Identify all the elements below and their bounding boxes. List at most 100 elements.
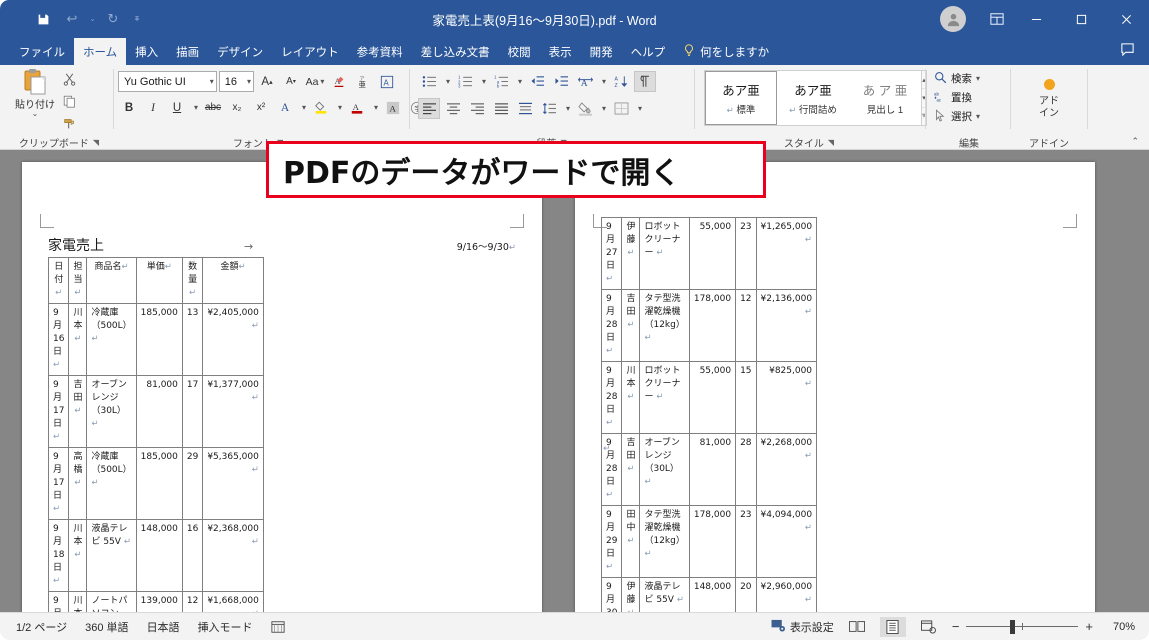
close-button[interactable]	[1104, 0, 1149, 38]
status-language[interactable]: 日本語	[147, 619, 180, 635]
font-size-input[interactable]: 16 ▾	[218, 71, 254, 92]
status-page[interactable]: 1/2 ページ	[16, 619, 67, 635]
clipboard-dialog-launcher[interactable]: ◥	[93, 138, 99, 147]
status-insert-mode[interactable]: 挿入モード	[198, 619, 253, 635]
zoom-level-label[interactable]: 70%	[1103, 621, 1135, 633]
bullets-dropdown-icon[interactable]: ▾	[442, 71, 452, 92]
sales-table-page1[interactable]: 日付↵ 担当↵ 商品名↵ 単価↵ 数量↵ 金額↵ 9 月 16 日↵ 川本 ↵ 冷蔵庫…	[47, 257, 264, 612]
tab-insert[interactable]: 挿入	[126, 38, 167, 65]
distribute-icon[interactable]	[514, 98, 536, 119]
style-item-normal[interactable]: あア亜 ↵ 標準	[705, 71, 777, 125]
style-item-no-spacing[interactable]: あア亜 ↵ 行間詰め	[777, 71, 849, 125]
paste-dropdown-icon[interactable]: ⌄	[32, 110, 39, 118]
text-effects-dropdown-icon[interactable]: ▾	[298, 97, 308, 118]
align-right-icon[interactable]	[466, 98, 488, 119]
find-button[interactable]: 検索 ▾	[930, 69, 1008, 88]
increase-indent-icon[interactable]	[550, 71, 572, 92]
table-row[interactable]: 9 月 17 日↵ 吉田 ↵ オーブンレンジ（30L） ↵ 81,000 17 ¥1,377…	[47, 375, 264, 448]
clear-formatting-icon[interactable]: A	[328, 71, 350, 92]
shading-dropdown-icon[interactable]: ▾	[598, 98, 608, 119]
styles-gallery[interactable]: あア亜 ↵ 標準 あア亜 ↵ 行間詰め あ ア 亜 見出し 1	[704, 70, 922, 126]
table-row[interactable]: 9 月 28 日↵ 川本 ↵ ロボットクリーナー ↵ 55,000 15 ¥825,000 …	[600, 361, 818, 434]
style-item-heading1[interactable]: あ ア 亜 見出し 1	[849, 71, 921, 125]
multilevel-list-icon[interactable]: 1ab	[490, 71, 512, 92]
font-color-icon[interactable]: A	[346, 97, 368, 118]
tab-help[interactable]: ヘルプ	[622, 38, 675, 65]
view-read-mode-icon[interactable]	[844, 617, 870, 637]
show-formatting-marks-icon[interactable]	[634, 71, 657, 92]
line-spacing-dropdown-icon[interactable]: ▾	[562, 98, 572, 119]
tab-design[interactable]: デザイン	[208, 38, 272, 65]
phonetic-guide-icon[interactable]: ア亜	[352, 71, 374, 92]
tab-developer[interactable]: 開発	[581, 38, 622, 65]
zoom-slider-thumb[interactable]	[1010, 619, 1016, 634]
zoom-out-button[interactable]: −	[952, 619, 960, 634]
proofing-status-icon[interactable]	[271, 620, 285, 634]
numbering-dropdown-icon[interactable]: ▾	[478, 71, 488, 92]
table-row[interactable]: 9 月 28 日↵ 吉田 ↵ タテ型洗濯乾燥機（12kg） ↵ 178,000 12 ¥2,…	[600, 289, 818, 362]
multilevel-dropdown-icon[interactable]: ▾	[514, 71, 524, 92]
borders-icon[interactable]	[610, 98, 632, 119]
character-shading-icon[interactable]: A	[382, 97, 404, 118]
text-effects-icon[interactable]: A	[274, 97, 296, 118]
copy-icon[interactable]	[58, 91, 80, 111]
comments-icon[interactable]	[1120, 42, 1135, 62]
ribbon-display-options-icon[interactable]	[980, 0, 1014, 38]
maximize-button[interactable]	[1059, 0, 1104, 38]
line-spacing-icon[interactable]	[538, 98, 560, 119]
sales-table-page2[interactable]: 9 月 27 日↵ 伊藤 ↵ ロボットクリーナー ↵ 55,000 23 ¥1,265,00…	[600, 217, 818, 612]
strikethrough-button[interactable]: abc	[202, 97, 224, 118]
font-size-dropdown-icon[interactable]: ▾	[242, 77, 251, 86]
table-row[interactable]: 9 月 30日↵伊藤 ↵液晶テレビ 55V ↵148,00020¥2,960,0…	[600, 577, 818, 612]
tab-draw[interactable]: 描画	[167, 38, 208, 65]
grow-font-icon[interactable]: A ▴	[256, 71, 278, 92]
tab-home[interactable]: ホーム	[74, 38, 127, 65]
bold-button[interactable]: B	[118, 97, 140, 118]
justify-icon[interactable]	[490, 98, 512, 119]
cut-icon[interactable]	[58, 69, 80, 89]
zoom-control[interactable]: − +	[952, 619, 1093, 634]
decrease-indent-icon[interactable]	[526, 71, 548, 92]
paste-button[interactable]: 貼り付け ⌄	[12, 65, 58, 133]
text-direction-dropdown-icon[interactable]: ▾	[598, 71, 608, 92]
ribbon-tab-bar[interactable]: ファイル ホーム 挿入 描画 デザイン レイアウト 参考資料 差し込み文書 校閲…	[0, 38, 1149, 65]
italic-button[interactable]: I	[142, 97, 164, 118]
tab-layout[interactable]: レイアウト	[272, 38, 348, 65]
tab-mailings[interactable]: 差し込み文書	[412, 38, 499, 65]
text-direction-icon[interactable]: A	[574, 71, 596, 92]
display-settings-button[interactable]: 表示設定	[771, 619, 834, 635]
enclose-characters-icon[interactable]: A	[376, 71, 398, 92]
underline-button[interactable]: U	[166, 97, 188, 118]
sort-icon[interactable]: AZ	[610, 71, 632, 92]
numbering-icon[interactable]: 123	[454, 71, 476, 92]
shading-icon[interactable]	[574, 98, 596, 119]
table-row[interactable]: 9 月 27 日↵ 伊藤 ↵ ロボットクリーナー ↵ 55,000 23 ¥1,265,00…	[600, 217, 818, 290]
table-row[interactable]: 9 月 17 日↵ 高橋 ↵ 冷蔵庫（500L） ↵ 185,000 29 ¥5,365,0…	[47, 447, 264, 520]
font-name-input[interactable]: Yu Gothic UI ▾	[118, 71, 217, 92]
table-row[interactable]: 9 月 16 日↵ 川本 ↵ 冷蔵庫（500L） ↵ 185,000 13 ¥2,405,0…	[47, 303, 264, 376]
replace-button[interactable]: ab ac 置換	[930, 88, 1008, 107]
addin-button[interactable]: アド イン	[1025, 70, 1073, 130]
font-color-dropdown-icon[interactable]: ▾	[370, 97, 380, 118]
document-page-2[interactable]: 9 月 27 日↵ 伊藤 ↵ ロボットクリーナー ↵ 55,000 23 ¥1,265,00…	[575, 162, 1095, 612]
zoom-in-button[interactable]: +	[1085, 619, 1093, 634]
highlight-color-icon[interactable]	[310, 97, 332, 118]
zoom-slider-track[interactable]	[966, 619, 1079, 634]
select-button[interactable]: 選択 ▾	[930, 107, 1008, 126]
collapse-ribbon-icon[interactable]: ⌃	[1131, 136, 1139, 147]
underline-dropdown-icon[interactable]: ▾	[190, 97, 200, 118]
status-word-count[interactable]: 360 単語	[85, 619, 128, 635]
view-web-layout-icon[interactable]	[916, 617, 942, 637]
avatar[interactable]	[940, 6, 966, 32]
subscript-button[interactable]: x₂	[226, 97, 248, 118]
align-left-icon[interactable]	[418, 98, 440, 119]
change-case-icon[interactable]: Aa ▾	[304, 71, 326, 92]
minimize-button[interactable]	[1014, 0, 1059, 38]
borders-dropdown-icon[interactable]: ▾	[634, 98, 644, 119]
find-dropdown-icon[interactable]: ▾	[976, 74, 980, 83]
table-row[interactable]: 9 月 18 日↵ 川本 ↵ 液晶テレビ 55V ↵ 148,000 16 ¥2,368,0…	[47, 519, 264, 592]
document-page-1[interactable]: 家電売上 → 9/16～9/30 ↵ 日付↵ 担当↵ 商品名↵ 単価↵ 数量↵ …	[22, 162, 542, 612]
tab-view[interactable]: 表示	[540, 38, 581, 65]
format-painter-icon[interactable]	[58, 113, 80, 133]
tab-review[interactable]: 校閲	[499, 38, 540, 65]
